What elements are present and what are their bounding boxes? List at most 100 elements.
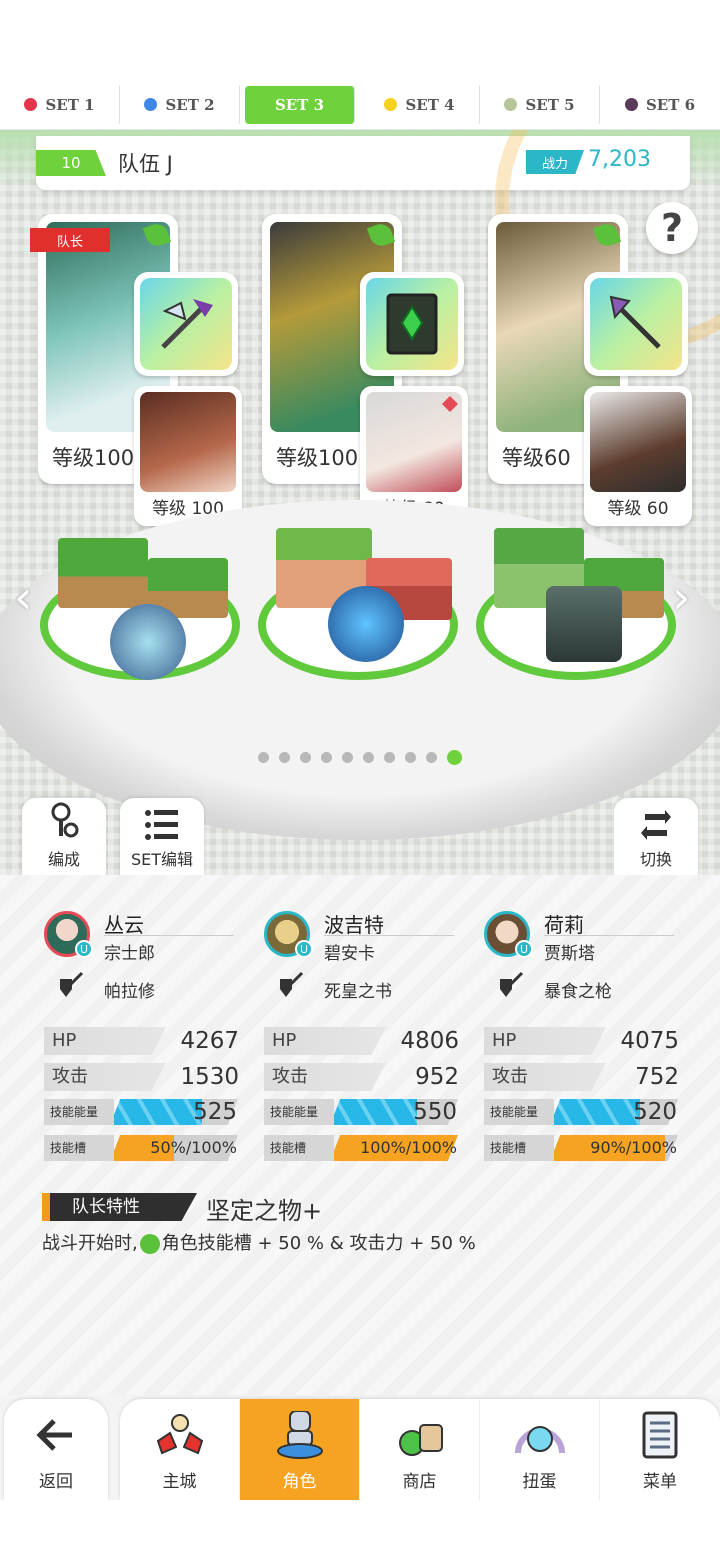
- page-dot[interactable]: [342, 752, 353, 763]
- formation-slot-3[interactable]: [476, 528, 676, 680]
- sub-character-level: 等级 60: [607, 499, 669, 519]
- nav-item-menu[interactable]: 菜单: [600, 1399, 720, 1500]
- page-dot[interactable]: [405, 752, 416, 763]
- attack-label: 攻击: [44, 1063, 166, 1091]
- set-2-color-dot: [144, 98, 158, 111]
- axe-icon: [140, 278, 232, 370]
- hp-label: HP: [44, 1027, 166, 1055]
- gacha-orb-icon: [514, 1426, 565, 1454]
- tab-set-4-label: SET 4: [405, 95, 455, 114]
- sub-character-card-1[interactable]: 等级 100: [134, 386, 242, 526]
- equipment-card-2[interactable]: [360, 272, 464, 376]
- page-dot[interactable]: [321, 752, 332, 763]
- tab-set-5[interactable]: SET 5: [480, 85, 600, 124]
- status-area: [0, 0, 720, 80]
- stats-panel: U 丛云 宗士郎 帕拉修 HP 4267 攻击 1530 技能能量 525 技能槽 …: [0, 875, 720, 1395]
- energy-value: 550: [413, 1099, 457, 1125]
- energy-label: 技能能量: [484, 1099, 554, 1125]
- sub-character-portrait: [140, 392, 236, 492]
- energy-label: 技能能量: [264, 1099, 334, 1125]
- team-number-badge: 10: [36, 150, 106, 176]
- hp-stat: HP 4267: [44, 1027, 239, 1055]
- weapon-name: 帕拉修: [104, 982, 155, 1002]
- attack-stat: 攻击 952: [264, 1063, 459, 1091]
- tab-set-4[interactable]: SET 4: [360, 85, 480, 124]
- energy-label: 技能能量: [44, 1099, 114, 1125]
- nav-item-main-city[interactable]: 主城: [120, 1399, 240, 1500]
- leader-tag: 队长: [30, 228, 110, 252]
- hp-value: 4267: [180, 1028, 239, 1054]
- help-button[interactable]: ?: [646, 202, 698, 254]
- set-edit-button[interactable]: SET编辑: [120, 798, 204, 875]
- tab-set-1[interactable]: SET 1: [0, 85, 120, 124]
- arrow-left-icon[interactable]: ‹: [14, 570, 32, 624]
- back-button[interactable]: 返回: [4, 1399, 108, 1500]
- page-dot-active[interactable]: [447, 750, 462, 765]
- page-dot[interactable]: [279, 752, 290, 763]
- set-1-color-dot: [24, 98, 38, 111]
- formation-slot-1[interactable]: [40, 538, 240, 680]
- sub-character-name: 宗士郎: [104, 944, 155, 964]
- tablet-display: [546, 586, 622, 662]
- book-icon: [366, 278, 458, 370]
- page-dot[interactable]: [258, 752, 269, 763]
- attack-value: 752: [635, 1064, 679, 1090]
- equipment-card-1[interactable]: [134, 272, 238, 376]
- leader-skill-title: 坚定之物+: [206, 1197, 323, 1225]
- nav-label-main-city: 主城: [162, 1472, 197, 1492]
- attack-stat: 攻击 1530: [44, 1063, 239, 1091]
- tab-set-6[interactable]: SET 6: [600, 86, 720, 124]
- page-dot[interactable]: [300, 752, 311, 763]
- energy-fill: [330, 1099, 418, 1125]
- nav-item-shop[interactable]: 商店: [360, 1399, 480, 1500]
- person-gear-icon: [51, 802, 79, 838]
- tab-set-1-label: SET 1: [45, 95, 95, 114]
- back-item: 返回: [4, 1399, 108, 1500]
- nav-label-character: 角色: [282, 1472, 317, 1492]
- nav-label-gacha: 扭蛋: [522, 1472, 557, 1492]
- avatar[interactable]: U: [264, 911, 313, 958]
- avatar[interactable]: U: [44, 911, 93, 958]
- switch-button[interactable]: 切换: [614, 798, 698, 875]
- sub-character-card-3[interactable]: 等级 60: [584, 386, 692, 526]
- rank-badge-icon: U: [515, 940, 533, 958]
- set-5-color-dot: [504, 98, 518, 111]
- energy-value: 520: [633, 1099, 677, 1125]
- leader-skill-tag: 队长特性: [42, 1193, 197, 1221]
- castle-icon: [156, 1414, 203, 1455]
- page-dot[interactable]: [363, 752, 374, 763]
- hp-value: 4806: [400, 1028, 459, 1054]
- swap-arrows-icon: [641, 810, 671, 840]
- page-dot[interactable]: [384, 752, 395, 763]
- sub-character-portrait: [590, 392, 686, 492]
- team-scene: 10 队伍 J 战力 7,203 ? 等级100 队长 等级 100 等级100…: [0, 130, 720, 875]
- attack-value: 1530: [180, 1064, 239, 1090]
- nav-item-character[interactable]: 角色: [240, 1399, 360, 1500]
- leader-skill-desc-b: 角色技能槽 + 50 % & 攻击力 + 50 %: [161, 1233, 476, 1254]
- energy-fill: [550, 1099, 640, 1125]
- tab-set-2[interactable]: SET 2: [120, 85, 240, 124]
- bottom-navigation: 返回 主城 角色 商店 扭蛋 菜单: [0, 1395, 720, 1500]
- nav-item-gacha[interactable]: 扭蛋: [480, 1399, 600, 1500]
- slot-value: 50%/100%: [150, 1138, 237, 1157]
- arrow-right-icon[interactable]: ›: [672, 570, 690, 624]
- character-name: 丛云: [104, 913, 144, 937]
- slot-label: 技能槽: [44, 1135, 114, 1161]
- rank-badge-icon: U: [75, 940, 93, 958]
- nav-label-shop: 商店: [402, 1472, 437, 1492]
- hp-stat: HP 4806: [264, 1027, 459, 1055]
- compose-button[interactable]: 编成: [22, 798, 106, 875]
- system-gesture-bar: [0, 1500, 720, 1560]
- page-dot[interactable]: [426, 752, 437, 763]
- weapon-display: [110, 604, 186, 680]
- tab-set-3[interactable]: SET 3: [245, 85, 355, 124]
- set-4-color-dot: [384, 98, 398, 111]
- team-name[interactable]: 队伍 J: [118, 148, 173, 178]
- formation-slot-2[interactable]: [258, 528, 458, 680]
- sub-character-name: 碧安卡: [324, 944, 375, 964]
- equipment-card-3[interactable]: [584, 272, 688, 376]
- avatar[interactable]: U: [484, 911, 533, 958]
- character-level: 等级60: [502, 446, 571, 470]
- slot-value: 90%/100%: [590, 1138, 677, 1157]
- list-icon: [145, 810, 178, 840]
